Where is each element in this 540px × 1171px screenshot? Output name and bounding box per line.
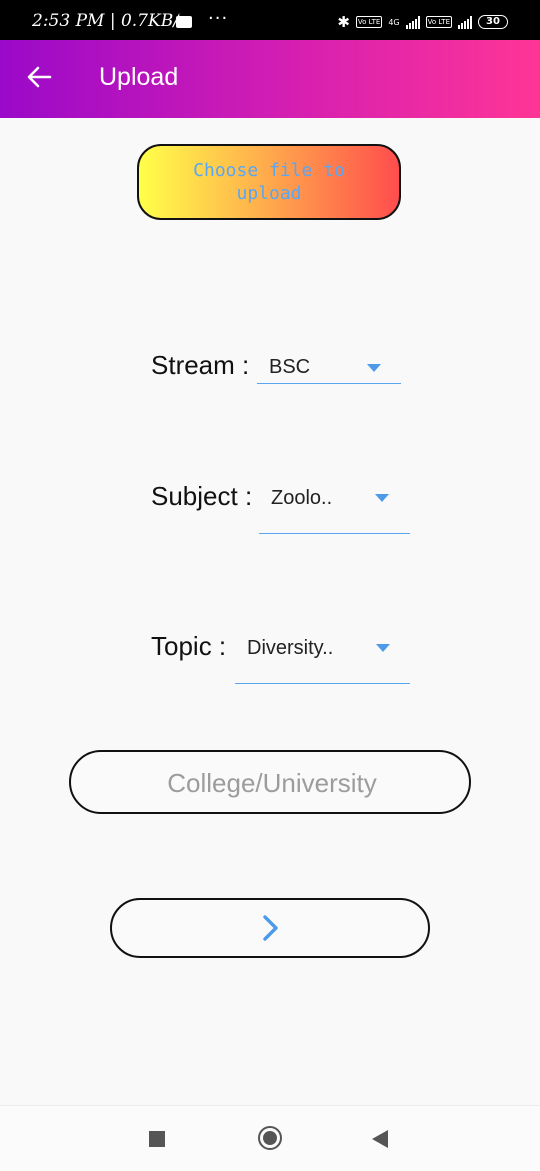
stream-value: BSC (269, 356, 311, 378)
chevron-down-icon (367, 364, 381, 372)
topic-value: Diversity.. (247, 637, 334, 659)
app-bar: Upload (0, 40, 540, 118)
chevron-down-icon (376, 644, 390, 652)
stream-label: Stream : (151, 350, 250, 380)
signal-icon (405, 15, 420, 29)
next-button[interactable] (110, 898, 430, 958)
stream-dropdown[interactable]: BSC (257, 348, 401, 384)
bluetooth-icon: ✱ (337, 13, 350, 31)
chevron-down-icon (375, 494, 389, 502)
back-arrow-icon[interactable] (26, 64, 52, 90)
network-type: 4G (388, 17, 400, 27)
college-input[interactable] (71, 752, 473, 814)
back-icon[interactable] (372, 1130, 388, 1148)
topic-dropdown[interactable]: Diversity.. (235, 628, 410, 684)
volte-icon-2: Vo LTE (425, 16, 452, 28)
home-icon[interactable] (258, 1126, 282, 1150)
more-notifications: ··· (208, 8, 229, 29)
college-field-wrapper (69, 750, 473, 814)
battery-icon: 30 (478, 15, 508, 29)
subject-label: Subject : (151, 481, 253, 511)
page-title: Upload (99, 63, 179, 91)
choose-file-button[interactable]: Choose file to upload (137, 144, 401, 220)
volte-icon: Vo LTE (355, 16, 383, 28)
signal-icon-2 (458, 15, 472, 29)
system-navigation-bar (0, 1105, 540, 1171)
status-time: 2:53 PM | 0.7KB/s (32, 11, 188, 31)
subject-dropdown[interactable]: Zoolo.. (259, 478, 410, 534)
message-icon (176, 8, 192, 28)
chevron-right-icon (263, 915, 278, 941)
topic-label: Topic : (151, 631, 227, 661)
subject-value: Zoolo.. (271, 487, 333, 509)
status-bar: 2:53 PM | 0.7KB/s ··· ✱ Vo LTE 4G Vo LTE… (0, 0, 540, 40)
recents-icon[interactable] (149, 1131, 165, 1147)
status-icons: ✱ Vo LTE 4G Vo LTE 30 (337, 13, 508, 31)
